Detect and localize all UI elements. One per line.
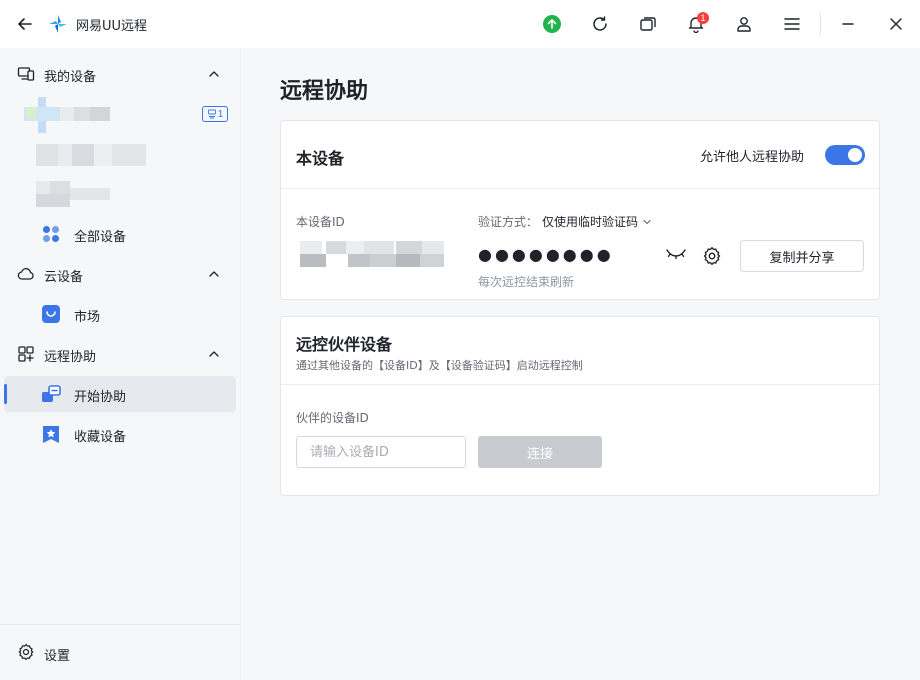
chevron-up-icon[interactable] xyxy=(207,347,221,361)
sidebar-item-favorites[interactable]: 收藏设备 xyxy=(4,416,236,452)
card-title: 远控伙伴设备 xyxy=(296,335,393,354)
gear-icon[interactable] xyxy=(702,246,722,266)
device-count-badge: 1 xyxy=(202,106,228,122)
app-logo-icon xyxy=(48,14,68,34)
refresh-note: 每次远控结束刷新 xyxy=(478,275,575,289)
sidebar-item-market[interactable]: 市场 xyxy=(4,296,236,332)
upgrade-icon[interactable] xyxy=(541,13,563,35)
verify-method-value: 仅使用临时验证码 xyxy=(542,215,639,229)
cloud-icon xyxy=(17,265,35,283)
partner-id-input[interactable] xyxy=(296,436,466,468)
user-icon[interactable] xyxy=(733,13,755,35)
section-cloud-devices[interactable]: 云设备 xyxy=(0,256,240,292)
app-title: 网易UU远程 xyxy=(76,19,148,34)
remote-assist-icon xyxy=(17,345,35,363)
card-divider xyxy=(281,188,879,189)
sidebar-item-settings[interactable]: 设置 xyxy=(0,636,240,670)
device-id-redacted xyxy=(300,241,445,267)
devices-icon xyxy=(17,65,35,83)
sidebar-item-label: 开始协助 xyxy=(74,390,127,405)
minimize-icon[interactable] xyxy=(837,13,859,35)
allow-assist-toggle[interactable] xyxy=(825,145,865,165)
sidebar-divider xyxy=(0,624,240,625)
section-my-devices[interactable]: 我的设备 xyxy=(0,56,240,92)
card-title: 本设备 xyxy=(296,149,345,168)
back-arrow-icon[interactable] xyxy=(15,14,35,34)
notification-badge: 1 xyxy=(697,12,709,24)
star-bookmark-icon xyxy=(41,424,61,444)
this-device-card: 本设备 允许他人远程协助 本设备ID 验证方式： 仅使用临时验证码 ●●●●●●… xyxy=(280,120,880,300)
section-label: 远程协助 xyxy=(44,350,97,365)
title-bar: 网易UU远程 1 xyxy=(0,0,920,48)
sidebar-item-label: 收藏设备 xyxy=(74,430,127,445)
device-item-redacted[interactable] xyxy=(24,97,110,133)
card-divider xyxy=(281,384,879,385)
section-remote-assist[interactable]: 远程协助 xyxy=(0,336,240,372)
verify-method-dropdown[interactable]: 仅使用临时验证码 xyxy=(542,213,652,230)
settings-label: 设置 xyxy=(44,649,71,664)
device-password-masked: ●●●●●●●● xyxy=(478,245,614,264)
start-assist-icon xyxy=(41,384,61,404)
close-icon[interactable] xyxy=(885,13,907,35)
windows-icon[interactable] xyxy=(637,13,659,35)
bell-icon[interactable]: 1 xyxy=(685,12,709,35)
section-label: 我的设备 xyxy=(44,70,97,85)
market-bag-icon xyxy=(41,304,61,324)
toggle-knob xyxy=(848,148,862,162)
sidebar-item-label: 全部设备 xyxy=(74,230,127,245)
verify-method-label: 验证方式： xyxy=(478,215,539,229)
partner-device-card: 远控伙伴设备 通过其他设备的【设备ID】及【设备验证码】启动远程控制 伙伴的设备… xyxy=(280,316,880,496)
partner-id-label: 伙伴的设备ID xyxy=(296,411,369,425)
allow-assist-label: 允许他人远程协助 xyxy=(700,150,805,165)
sidebar-item-label: 市场 xyxy=(74,310,101,325)
all-devices-icon xyxy=(41,224,61,244)
device-id-label: 本设备ID xyxy=(296,215,345,229)
card-subtitle: 通过其他设备的【设备ID】及【设备验证码】启动远程控制 xyxy=(296,359,583,372)
sidebar-item-all-devices[interactable]: 全部设备 xyxy=(4,216,236,252)
copy-share-button[interactable]: 复制并分享 xyxy=(740,240,864,272)
connect-button[interactable]: 连接 xyxy=(478,436,602,468)
device-count: 1 xyxy=(217,108,224,120)
section-label: 云设备 xyxy=(44,270,84,285)
eye-closed-icon[interactable] xyxy=(665,247,687,261)
sidebar-item-start-assist[interactable]: 开始协助 xyxy=(4,376,236,412)
device-item-redacted[interactable] xyxy=(36,144,146,166)
gear-icon xyxy=(17,643,35,661)
chevron-up-icon[interactable] xyxy=(207,67,221,81)
active-indicator xyxy=(4,384,7,404)
chevron-up-icon[interactable] xyxy=(207,267,221,281)
menu-icon[interactable] xyxy=(781,13,803,35)
chevron-down-icon xyxy=(643,219,651,224)
device-item-redacted[interactable] xyxy=(36,181,110,207)
page-title: 远程协助 xyxy=(280,79,369,104)
refresh-icon[interactable] xyxy=(589,13,611,35)
titlebar-divider xyxy=(820,13,821,35)
